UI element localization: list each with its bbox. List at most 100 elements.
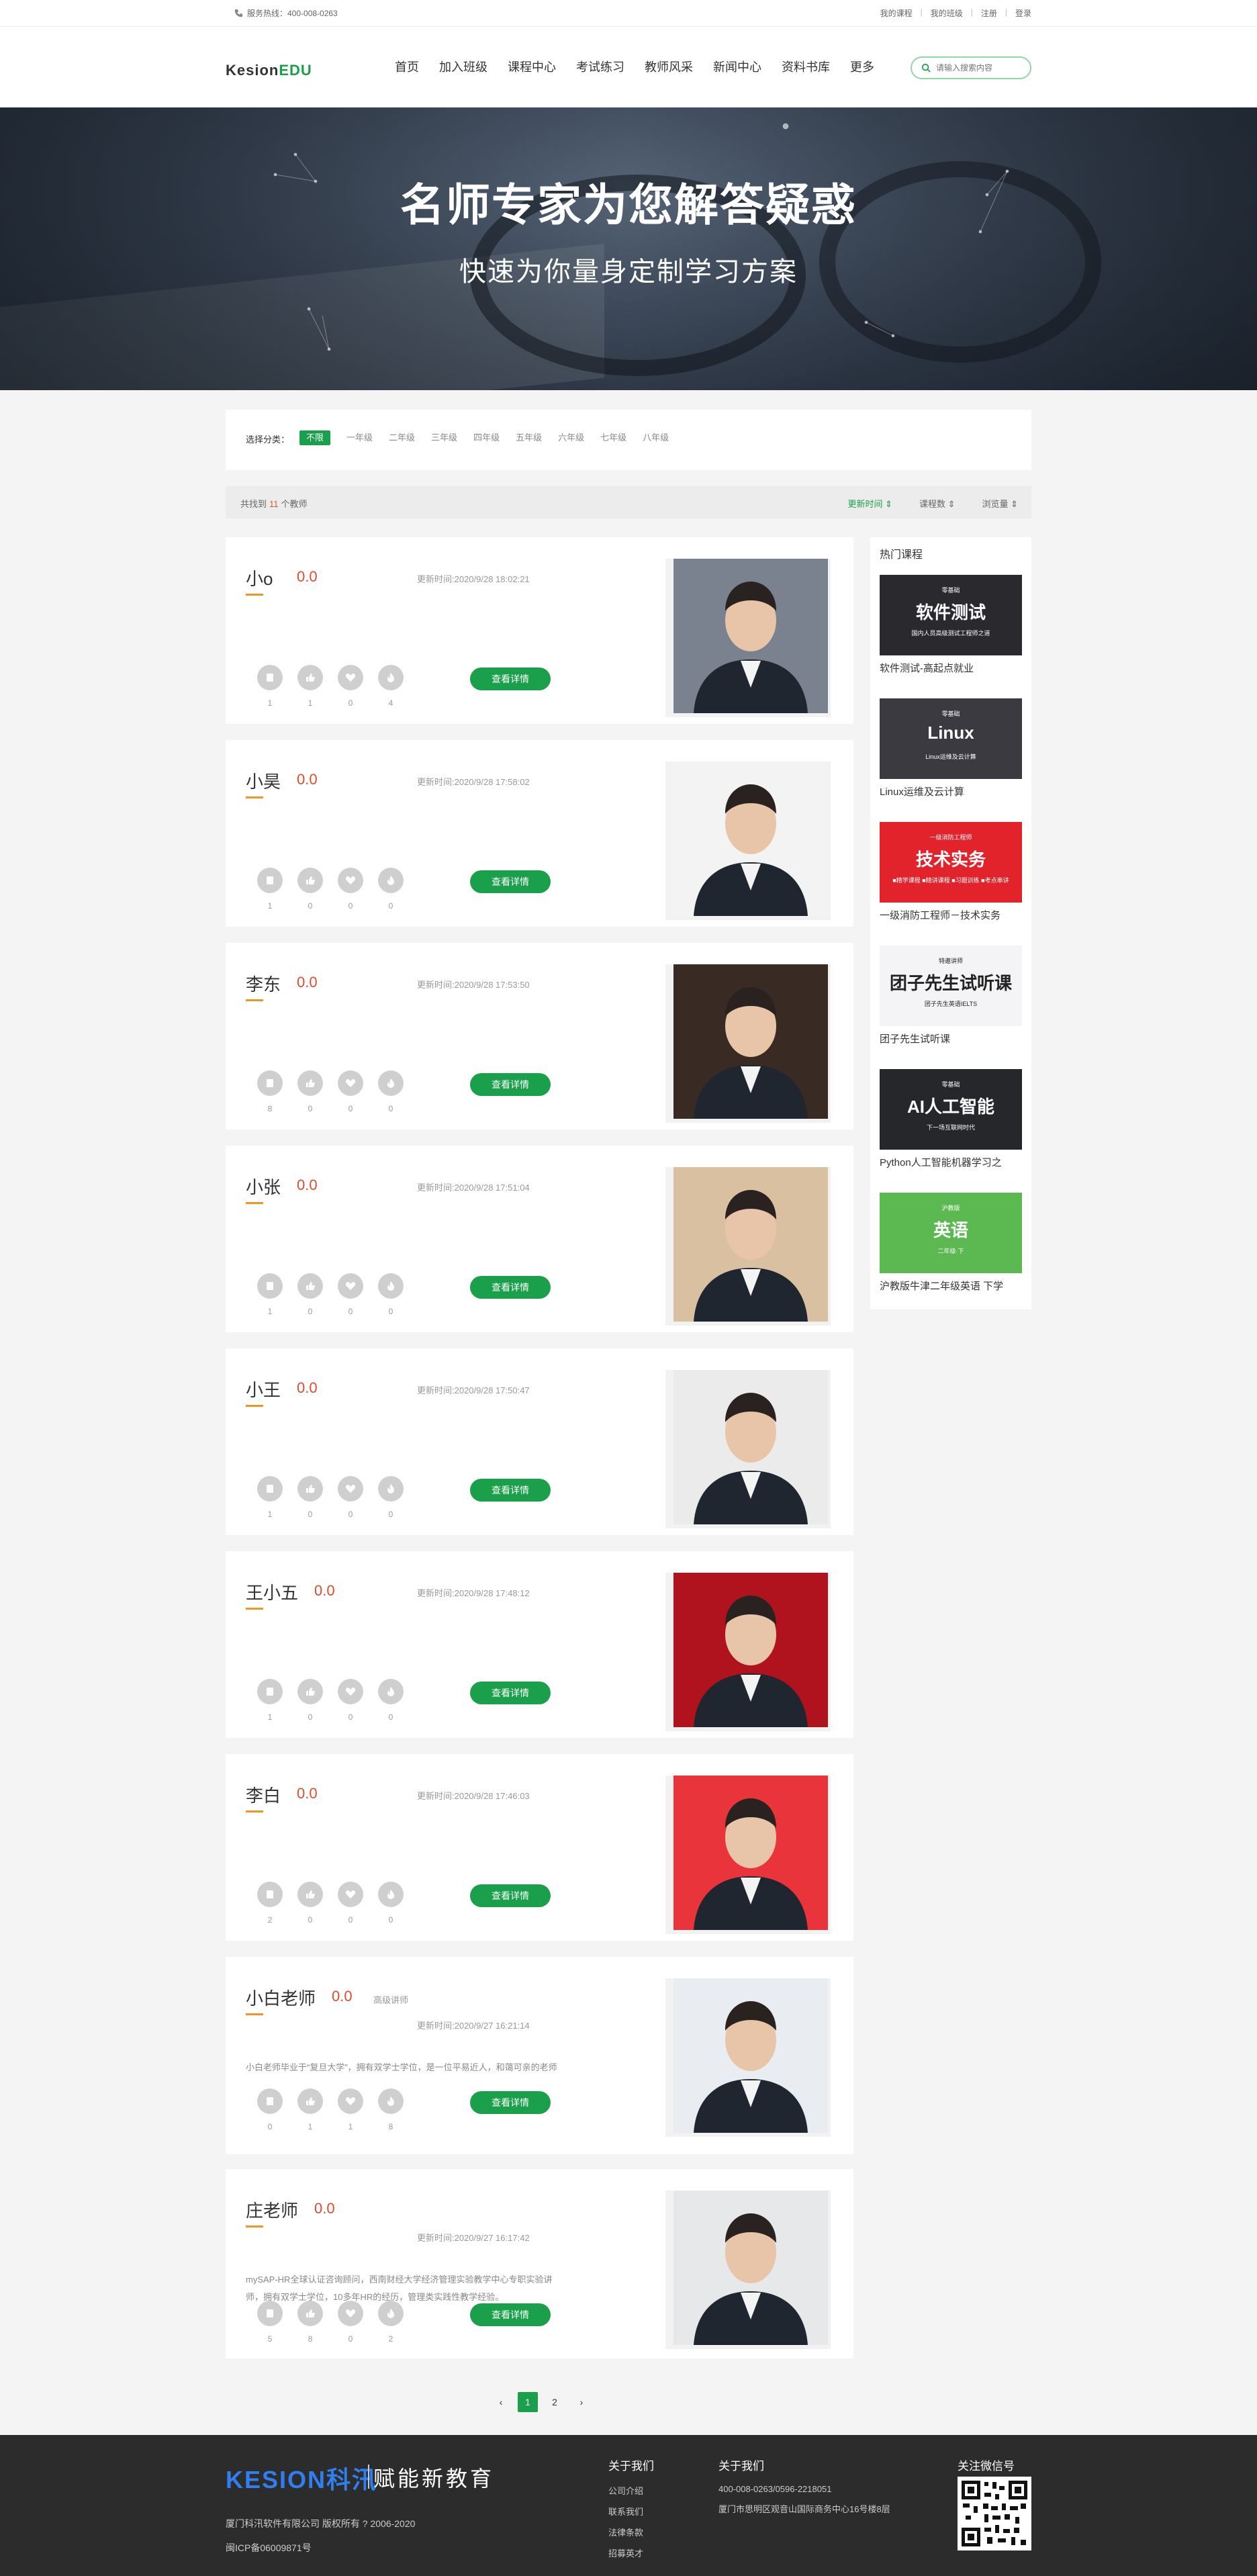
search-icon[interactable] bbox=[921, 63, 931, 73]
stat-icon-circle[interactable] bbox=[257, 1679, 283, 1704]
filter-option-grade-3[interactable]: 三年级 bbox=[431, 430, 457, 445]
stat-icon-circle[interactable] bbox=[297, 1476, 323, 1502]
teacher-photo[interactable] bbox=[673, 1776, 828, 1930]
stat-icon-circle[interactable] bbox=[257, 1882, 283, 1907]
teacher-card[interactable]: 小o 0.0 更新时间:2020/9/28 18:02:21 1 1 0 4 查看详情 bbox=[226, 537, 853, 724]
search-input[interactable] bbox=[936, 63, 1017, 73]
nav-news[interactable]: 新闻中心 bbox=[713, 59, 761, 75]
course-thumbnail[interactable]: 一级消防工程师 技术实务 ■精学课程 ■精讲课程 ■习题训练 ■考点串讲 bbox=[880, 822, 1022, 903]
filter-option-grade-5[interactable]: 五年级 bbox=[516, 430, 542, 445]
sort-by-views[interactable]: 浏览量 ⇕ bbox=[982, 497, 1018, 510]
stat-icon-circle[interactable] bbox=[378, 665, 404, 690]
filter-option-grade-8[interactable]: 八年级 bbox=[643, 430, 669, 445]
footer-link-jobs[interactable]: 招募英才 bbox=[608, 2546, 654, 2559]
stat-icon-circle[interactable] bbox=[257, 1476, 283, 1502]
course-item[interactable]: 零基础 软件测试 国内人员高级测试工程师之道 软件测试-高起点就业 bbox=[880, 575, 1022, 675]
link-my-courses[interactable]: 我的课程 bbox=[880, 7, 913, 19]
view-details-button[interactable]: 查看详情 bbox=[470, 1884, 551, 1907]
stat-icon-circle[interactable] bbox=[338, 868, 363, 893]
stat-icon-circle[interactable] bbox=[378, 1070, 404, 1096]
search-box[interactable] bbox=[911, 56, 1031, 79]
teacher-card[interactable]: 王小五 0.0 更新时间:2020/9/28 17:48:12 1 0 0 0 查看详情 bbox=[226, 1551, 853, 1738]
stat-icon-circle[interactable] bbox=[338, 1070, 363, 1096]
course-name[interactable]: 沪教版牛津二年级英语 下学 bbox=[880, 1279, 1022, 1293]
course-name[interactable]: 团子先生试听课 bbox=[880, 1031, 1022, 1046]
nav-more[interactable]: 更多 bbox=[850, 59, 874, 75]
course-item[interactable]: 零基础 Linux Linux运维及云计算 Linux运维及云计算 bbox=[880, 698, 1022, 798]
stat-icon-circle[interactable] bbox=[257, 2301, 283, 2326]
footer-link-company[interactable]: 公司介绍 bbox=[608, 2484, 654, 2497]
filter-option-grade-4[interactable]: 四年级 bbox=[473, 430, 500, 445]
teacher-photo[interactable] bbox=[673, 559, 828, 713]
filter-option-grade-2[interactable]: 二年级 bbox=[389, 430, 415, 445]
course-name[interactable]: Python人工智能机器学习之 bbox=[880, 1155, 1022, 1169]
teacher-name[interactable]: 小昊 bbox=[246, 768, 281, 793]
course-item[interactable]: 沪教版 英语 二年级·下沪教版牛津二年级英语 下学 bbox=[880, 1193, 1022, 1293]
teacher-name[interactable]: 小白老师 bbox=[246, 1985, 316, 2010]
link-register[interactable]: 注册 bbox=[981, 7, 997, 19]
stat-icon-circle[interactable] bbox=[297, 1882, 323, 1907]
stat-icon-circle[interactable] bbox=[338, 2088, 363, 2114]
filter-option-grade-6[interactable]: 六年级 bbox=[558, 430, 584, 445]
stat-icon-circle[interactable] bbox=[338, 1679, 363, 1704]
stat-icon-circle[interactable] bbox=[257, 868, 283, 893]
logo[interactable]: KesionEDU bbox=[226, 62, 312, 79]
stat-icon-circle[interactable] bbox=[378, 1273, 404, 1299]
stat-icon-circle[interactable] bbox=[378, 1476, 404, 1502]
filter-option-grade-7[interactable]: 七年级 bbox=[600, 430, 626, 445]
teacher-photo[interactable] bbox=[673, 1978, 828, 2133]
stat-icon-circle[interactable] bbox=[378, 1679, 404, 1704]
pagination-next[interactable]: › bbox=[571, 2392, 592, 2412]
nav-home[interactable]: 首页 bbox=[395, 59, 419, 75]
course-item[interactable]: 一级消防工程师 技术实务 ■精学课程 ■精讲课程 ■习题训练 ■考点串讲一级消防工程… bbox=[880, 822, 1022, 922]
teacher-name[interactable]: 小王 bbox=[246, 1377, 281, 1401]
nav-courses[interactable]: 课程中心 bbox=[508, 59, 556, 75]
stat-icon-circle[interactable] bbox=[338, 1476, 363, 1502]
nav-library[interactable]: 资料书库 bbox=[782, 59, 830, 75]
stat-icon-circle[interactable] bbox=[378, 1882, 404, 1907]
teacher-name[interactable]: 李白 bbox=[246, 1782, 281, 1807]
sort-by-course-count[interactable]: 课程数 ⇕ bbox=[919, 497, 956, 510]
teacher-photo[interactable] bbox=[673, 2191, 828, 2345]
teacher-name[interactable]: 王小五 bbox=[246, 1579, 298, 1604]
stat-icon-circle[interactable] bbox=[257, 1273, 283, 1299]
pagination-page-2[interactable]: 2 bbox=[545, 2392, 565, 2412]
teacher-card[interactable]: 李白 0.0 更新时间:2020/9/28 17:46:03 2 0 0 0 查看详情 bbox=[226, 1754, 853, 1941]
filter-option-grade-1[interactable]: 一年级 bbox=[346, 430, 373, 445]
stat-icon-circle[interactable] bbox=[378, 2088, 404, 2114]
view-details-button[interactable]: 查看详情 bbox=[470, 1073, 551, 1096]
stat-icon-circle[interactable] bbox=[257, 1070, 283, 1096]
stat-icon-circle[interactable] bbox=[257, 2088, 283, 2114]
stat-icon-circle[interactable] bbox=[297, 1679, 323, 1704]
footer-link-contact[interactable]: 联系我们 bbox=[608, 2505, 654, 2518]
teacher-name[interactable]: 庄老师 bbox=[246, 2197, 298, 2222]
stat-icon-circle[interactable] bbox=[338, 2301, 363, 2326]
course-thumbnail[interactable]: 沪教版 英语 二年级·下 bbox=[880, 1193, 1022, 1273]
course-item[interactable]: 零基础 AI人工智能 下一场互联网时代 Python人工智能机器学习之 bbox=[880, 1069, 1022, 1169]
nav-teachers[interactable]: 教师风采 bbox=[645, 59, 693, 75]
filter-option-all[interactable]: 不限 bbox=[299, 430, 331, 445]
stat-icon-circle[interactable] bbox=[257, 665, 283, 690]
teacher-card[interactable]: 李东 0.0 更新时间:2020/9/28 17:53:50 8 0 0 0 查看详情 bbox=[226, 943, 853, 1130]
stat-icon-circle[interactable] bbox=[378, 2301, 404, 2326]
teacher-photo[interactable] bbox=[673, 1370, 828, 1524]
course-name[interactable]: 一级消防工程师－技术实务 bbox=[880, 908, 1022, 922]
stat-icon-circle[interactable] bbox=[297, 2088, 323, 2114]
course-thumbnail[interactable]: 特邀讲师 团子先生试听课 团子先生英语IELTS bbox=[880, 946, 1022, 1026]
view-details-button[interactable]: 查看详情 bbox=[470, 1479, 551, 1502]
link-login[interactable]: 登录 bbox=[1015, 7, 1031, 19]
stat-icon-circle[interactable] bbox=[378, 868, 404, 893]
stat-icon-circle[interactable] bbox=[338, 1273, 363, 1299]
course-name[interactable]: Linux运维及云计算 bbox=[880, 784, 1022, 798]
course-name[interactable]: 软件测试-高起点就业 bbox=[880, 661, 1022, 675]
stat-icon-circle[interactable] bbox=[297, 868, 323, 893]
view-details-button[interactable]: 查看详情 bbox=[470, 2303, 551, 2326]
view-details-button[interactable]: 查看详情 bbox=[470, 2091, 551, 2114]
course-item[interactable]: 特邀讲师 团子先生试听课 团子先生英语IELTS 团子先生试听课 bbox=[880, 946, 1022, 1046]
course-thumbnail[interactable]: 零基础 Linux Linux运维及云计算 bbox=[880, 698, 1022, 779]
nav-join-class[interactable]: 加入班级 bbox=[439, 59, 487, 75]
view-details-button[interactable]: 查看详情 bbox=[470, 1276, 551, 1299]
teacher-photo[interactable] bbox=[673, 1573, 828, 1727]
teacher-card[interactable]: 小张 0.0 更新时间:2020/9/28 17:51:04 1 0 0 0 查看详情 bbox=[226, 1146, 853, 1332]
teacher-name[interactable]: 小o bbox=[246, 565, 273, 590]
